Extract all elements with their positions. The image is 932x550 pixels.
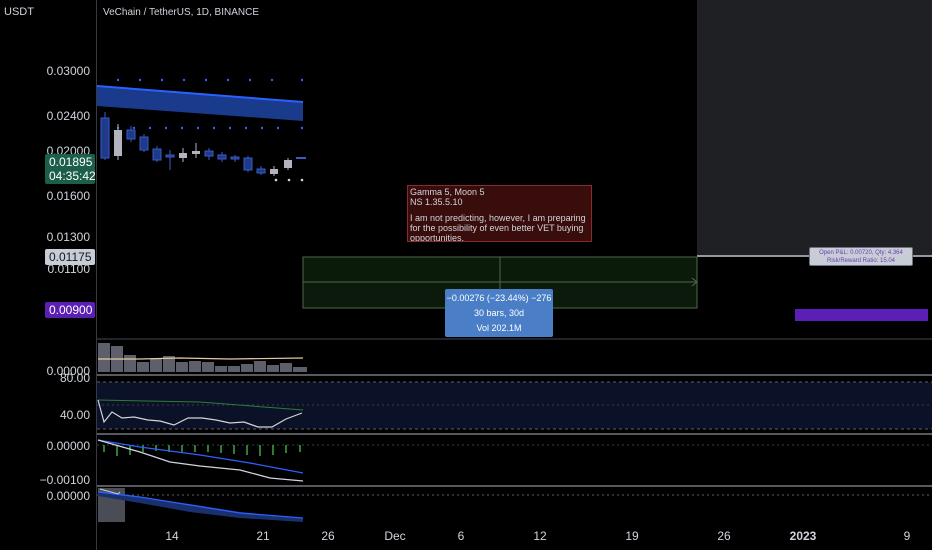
bar-countdown: 04:35:42 (49, 169, 96, 183)
price-line-tag: 0.01175 (45, 249, 95, 265)
macd-axis-label: −0.00100 (39, 473, 90, 487)
measure-bars: 30 bars, 30d (473, 308, 525, 318)
measure-price-change: −0.00276 (−23.44%) −276 (446, 293, 552, 303)
price-axis-label: 0.01600 (46, 189, 90, 203)
time-axis-label: Dec (384, 529, 406, 543)
price-axis-label: 0.03000 (46, 64, 90, 78)
measure-tooltip: −0.00276 (−23.44%) −276 30 bars, 30d Vol… (445, 289, 553, 337)
measure-volume: Vol 202.1M (476, 323, 522, 333)
fractal-markers (274, 178, 304, 182)
time-axis-label: 21 (256, 529, 270, 543)
chart-canvas[interactable] (0, 0, 932, 550)
current-price-tag: 0.01895 04:35:42 (45, 154, 96, 184)
symbol-title[interactable]: VeChain / TetherUS, 1D, BINANCE (103, 7, 259, 18)
time-axis-label: 19 (625, 529, 639, 543)
price-axis-label: 0.01300 (46, 230, 90, 244)
target-zone-bar[interactable] (795, 309, 928, 321)
time-axis-label: 2023 (789, 529, 817, 543)
quote-currency-label: USDT (4, 6, 34, 18)
macd-pane (97, 439, 932, 482)
time-axis-label: 6 (457, 529, 465, 543)
oscillator-axis-label: 0.00000 (46, 489, 90, 503)
price-axis-label: 0.02400 (46, 109, 90, 123)
note-line: Gamma 5, Moon 5 (410, 187, 485, 197)
time-axis-label: 26 (717, 529, 731, 543)
macd-axis-label: 0.00000 (46, 439, 90, 453)
target-price-tag: 0.00900 (45, 302, 95, 318)
position-pnl: Open P&L: 0.00720, Qty: 4.364 (819, 250, 903, 256)
time-axis-label: 14 (165, 529, 179, 543)
ema-band (97, 86, 303, 121)
note-line: NS 1.35.5.10 (410, 197, 463, 207)
volume-pane (98, 343, 307, 372)
time-axis-label: 9 (903, 529, 911, 543)
oscillator-pane (97, 488, 932, 522)
rsi-axis-label: 40.00 (59, 408, 90, 422)
time-axis-label: 26 (321, 529, 335, 543)
position-rr: Risk/Reward Ratio: 15.04 (826, 258, 896, 264)
axis-divider (96, 0, 97, 550)
candles (100, 112, 306, 176)
position-label[interactable]: Open P&L: 0.00720, Qty: 4.364 Risk/Rewar… (809, 247, 913, 266)
note-body: I am not predicting, however, I am prepa… (410, 213, 586, 242)
time-axis-label: 12 (533, 529, 547, 543)
current-price-value: 0.01895 (49, 155, 93, 169)
text-note[interactable]: Gamma 5, Moon 5 NS 1.35.5.10 I am not pr… (407, 185, 592, 242)
rsi-axis-label: 80.00 (59, 371, 90, 385)
rsi-pane (97, 381, 932, 430)
